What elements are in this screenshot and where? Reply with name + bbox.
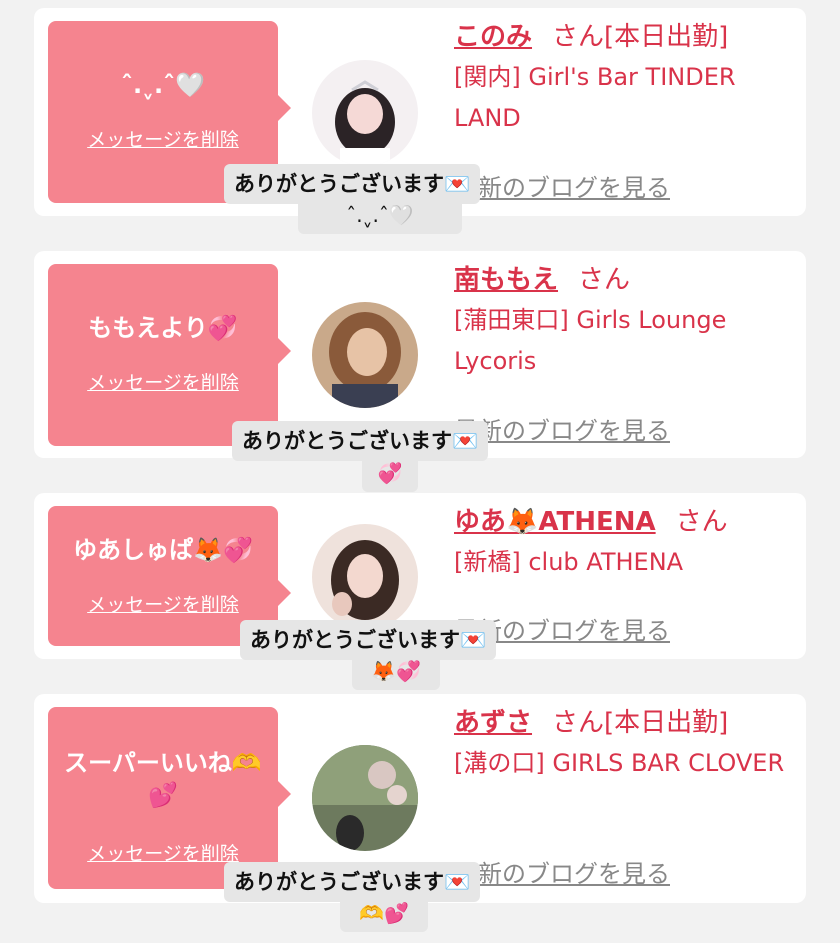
avatar[interactable] bbox=[312, 302, 418, 408]
shop-name: [溝の口] GIRLS BAR CLOVER bbox=[454, 749, 785, 778]
girl-name-link[interactable]: あずさ bbox=[454, 708, 532, 738]
shop-name: [関内] Girl's Bar TINDER LAND bbox=[454, 63, 736, 133]
bubble-message: ももえより💞 bbox=[88, 314, 238, 342]
name-suffix: さん bbox=[675, 507, 728, 537]
girl-name-link[interactable]: ゆあ🦊ATHENA bbox=[454, 507, 656, 537]
message-bubble: ももえより💞 メッセージを削除 bbox=[48, 264, 291, 446]
bubble-message: ゆあしゅぱ🦊💞 bbox=[73, 536, 253, 564]
latest-blog-link[interactable]: 最新のブログを見る bbox=[454, 168, 670, 203]
girl-info: このみ さん[本日出勤] [関内] Girl's Bar TINDER LAND bbox=[454, 22, 794, 139]
avatar-image bbox=[312, 524, 418, 630]
name-suffix: さん bbox=[552, 22, 605, 52]
name-suffix: さん bbox=[578, 265, 631, 295]
reply-message-extra: ˆ.ˬ.ˆ🤍 bbox=[298, 196, 462, 234]
girl-name-link[interactable]: このみ bbox=[454, 22, 532, 52]
shift-status: [本日出勤] bbox=[604, 708, 729, 738]
avatar[interactable] bbox=[312, 745, 418, 851]
shop-name: [新橋] club ATHENA bbox=[454, 548, 684, 577]
reply-message-extra: 🦊💞 bbox=[352, 652, 440, 690]
girl-info: ゆあ🦊ATHENA さん [新橋] club ATHENA bbox=[454, 507, 794, 583]
latest-blog-link[interactable]: 最新のブログを見る bbox=[454, 854, 670, 889]
bubble-message: スーパーいいね🫶💕 bbox=[64, 749, 262, 810]
shop-name: [蒲田東口] Girls Lounge Lycoris bbox=[454, 306, 727, 376]
avatar-image bbox=[312, 745, 418, 851]
reply-message-extra: 🫶💕 bbox=[340, 894, 428, 932]
bubble-message: ˆ.ˬ.ˆ🤍 bbox=[120, 71, 206, 99]
girl-info: 南ももえ さん [蒲田東口] Girls Lounge Lycoris bbox=[454, 265, 794, 382]
reply-message: ありがとうございます💌 bbox=[232, 421, 489, 461]
shift-status: [本日出勤] bbox=[604, 22, 729, 52]
avatar-image bbox=[312, 60, 418, 166]
girl-name-link[interactable]: 南ももえ bbox=[454, 265, 558, 295]
delete-message-link[interactable]: メッセージを削除 bbox=[48, 590, 278, 617]
name-suffix: さん bbox=[552, 708, 605, 738]
avatar-image bbox=[312, 302, 418, 408]
delete-message-link[interactable]: メッセージを削除 bbox=[48, 125, 278, 152]
reply-message-extra: 💞 bbox=[362, 454, 418, 492]
girl-info: あずさ さん[本日出勤] [溝の口] GIRLS BAR CLOVER bbox=[454, 708, 794, 784]
delete-message-link[interactable]: メッセージを削除 bbox=[48, 368, 278, 395]
avatar[interactable] bbox=[312, 524, 418, 630]
avatar[interactable] bbox=[312, 60, 418, 166]
